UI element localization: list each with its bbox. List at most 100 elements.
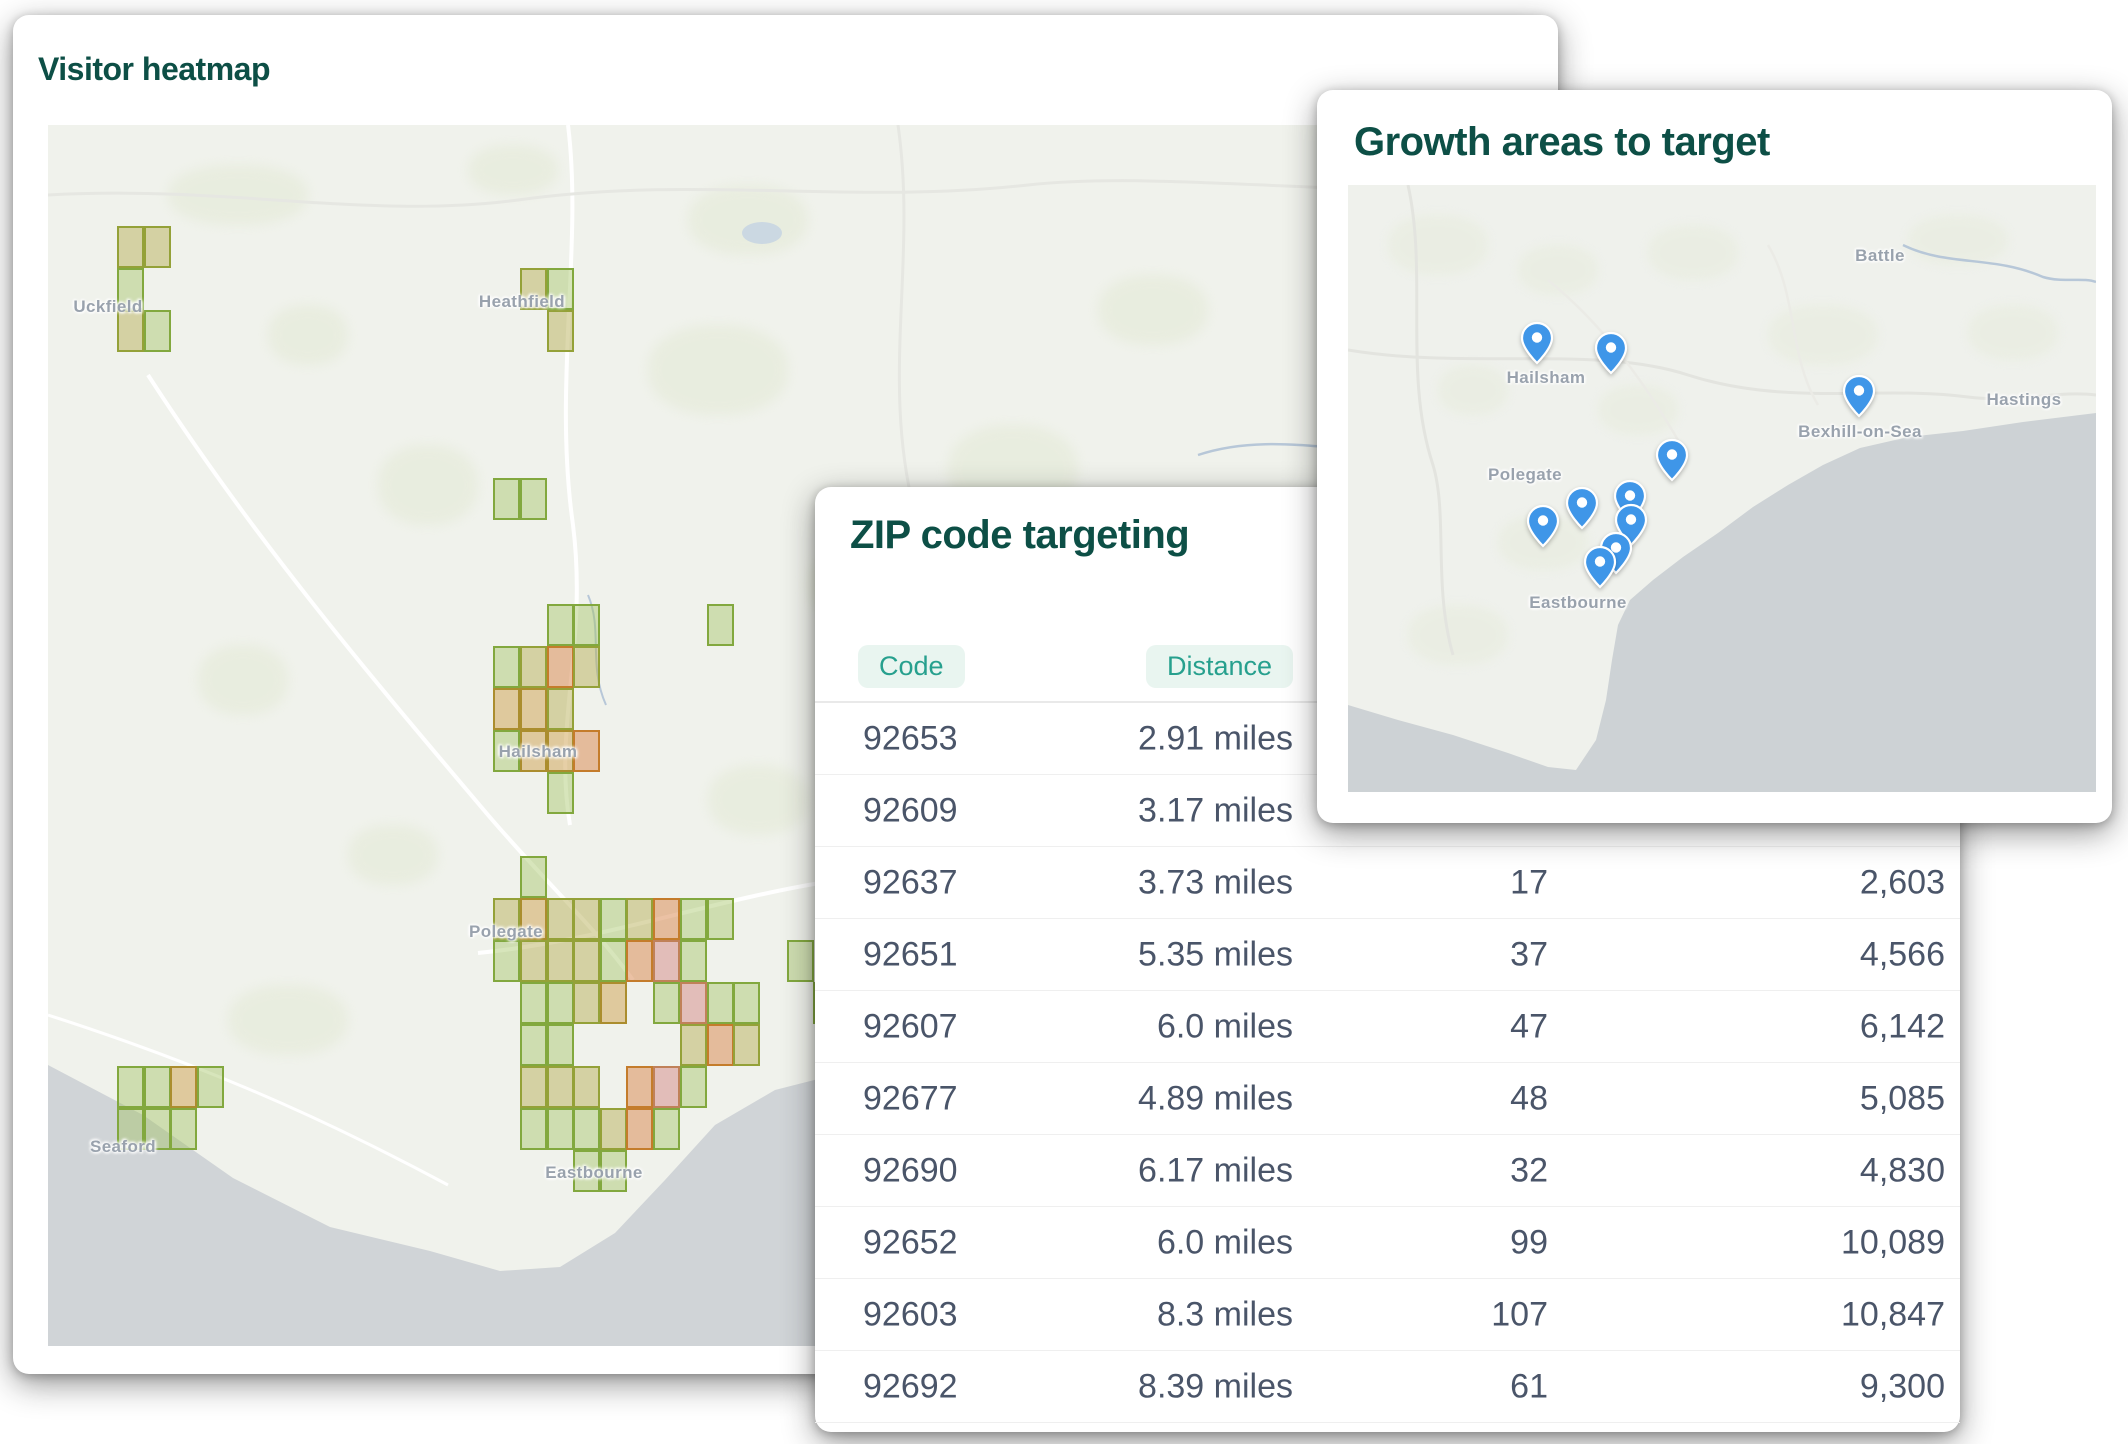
heatmap-cell bbox=[547, 1066, 574, 1108]
zip-table-row[interactable]: 92603 8.3 miles 107 10,847 bbox=[815, 1279, 1960, 1351]
heatmap-cell bbox=[520, 646, 547, 688]
distance-value: 2.91 miles bbox=[1138, 719, 1293, 758]
heatmap-cell bbox=[520, 940, 547, 982]
heatmap-cell bbox=[787, 940, 814, 982]
distance-value: 8.39 miles bbox=[1138, 1367, 1293, 1406]
zip-code-value: 92653 bbox=[863, 719, 958, 758]
map-pin-icon[interactable] bbox=[1594, 331, 1628, 375]
map-pin-icon[interactable] bbox=[1526, 504, 1560, 548]
map-pin-icon[interactable] bbox=[1520, 321, 1554, 365]
column-header-code[interactable]: Code bbox=[858, 645, 965, 688]
population-value: 9,300 bbox=[1860, 1367, 1945, 1406]
place-label: Seaford bbox=[90, 1137, 156, 1157]
distance-value: 8.3 miles bbox=[1157, 1295, 1293, 1334]
zip-table-row[interactable]: 92651 5.35 miles 37 4,566 bbox=[815, 919, 1960, 991]
heatmap-cell bbox=[626, 1108, 653, 1150]
column-header-distance[interactable]: Distance bbox=[1146, 645, 1293, 688]
map-pin-icon[interactable] bbox=[1583, 545, 1617, 589]
distance-value: 6.0 miles bbox=[1157, 1007, 1293, 1046]
heatmap-cell bbox=[144, 226, 171, 268]
zip-code-value: 92652 bbox=[863, 1223, 958, 1262]
heatmap-cell bbox=[707, 898, 734, 940]
heatmap-cell bbox=[170, 1108, 197, 1150]
map-pin-icon[interactable] bbox=[1655, 438, 1689, 482]
zip-code-value: 92603 bbox=[863, 1295, 958, 1334]
heatmap-cell bbox=[707, 604, 734, 646]
zip-code-value: 92609 bbox=[863, 791, 958, 830]
heatmap-cell bbox=[547, 898, 574, 940]
heatmap-cell bbox=[547, 646, 574, 688]
place-label: Hailsham bbox=[1507, 368, 1586, 388]
heatmap-cell bbox=[573, 898, 600, 940]
count-value: 17 bbox=[1510, 863, 1548, 902]
place-label: Hailsham bbox=[499, 742, 578, 762]
heatmap-cell bbox=[600, 898, 627, 940]
heatmap-cell bbox=[680, 898, 707, 940]
heatmap-cell bbox=[653, 898, 680, 940]
map-pin-icon[interactable] bbox=[1842, 374, 1876, 418]
heatmap-cell bbox=[520, 1108, 547, 1150]
heatmap-cell bbox=[653, 982, 680, 1024]
heatmap-cell bbox=[547, 982, 574, 1024]
heatmap-cell bbox=[547, 940, 574, 982]
distance-value: 3.17 miles bbox=[1138, 791, 1293, 830]
heatmap-cell bbox=[170, 1066, 197, 1108]
growth-areas-map[interactable]: HailshamBattlePolegateEastbourneBexhill-… bbox=[1348, 185, 2096, 792]
heatmap-cell bbox=[600, 940, 627, 982]
count-value: 99 bbox=[1510, 1223, 1548, 1262]
zip-code-value: 92690 bbox=[863, 1151, 958, 1190]
heatmap-cell bbox=[144, 310, 171, 352]
heatmap-cell bbox=[520, 1066, 547, 1108]
map-pin-icon[interactable] bbox=[1565, 486, 1599, 530]
heatmap-cell bbox=[520, 856, 547, 898]
distance-value: 4.89 miles bbox=[1138, 1079, 1293, 1118]
heatmap-cell bbox=[547, 1108, 574, 1150]
zip-code-value: 92607 bbox=[863, 1007, 958, 1046]
count-value: 32 bbox=[1510, 1151, 1548, 1190]
distance-value: 5.35 miles bbox=[1138, 935, 1293, 974]
growth-areas-card: Growth areas to target HailshamBattlePol… bbox=[1317, 90, 2112, 823]
place-label: Heathfield bbox=[479, 292, 565, 312]
sea-area bbox=[1348, 413, 2096, 792]
population-value: 4,830 bbox=[1860, 1151, 1945, 1190]
heatmap-cell bbox=[680, 940, 707, 982]
count-value: 107 bbox=[1491, 1295, 1548, 1334]
zip-table-row[interactable]: 92690 6.17 miles 32 4,830 bbox=[815, 1135, 1960, 1207]
heatmap-cell bbox=[547, 688, 574, 730]
zip-table-row[interactable]: 92692 8.39 miles 61 9,300 bbox=[815, 1351, 1960, 1423]
zip-code-value: 92677 bbox=[863, 1079, 958, 1118]
heatmap-cell bbox=[573, 604, 600, 646]
place-label: Polegate bbox=[1488, 465, 1562, 485]
heatmap-cell bbox=[733, 1024, 760, 1066]
count-value: 48 bbox=[1510, 1079, 1548, 1118]
zip-table-row[interactable]: 92677 4.89 miles 48 5,085 bbox=[815, 1063, 1960, 1135]
heatmap-cell bbox=[626, 1066, 653, 1108]
growth-basemap bbox=[1348, 185, 2096, 792]
population-value: 10,847 bbox=[1841, 1295, 1945, 1334]
population-value: 5,085 bbox=[1860, 1079, 1945, 1118]
heatmap-cell bbox=[520, 478, 547, 520]
zip-code-value: 92637 bbox=[863, 863, 958, 902]
count-value: 37 bbox=[1510, 935, 1548, 974]
heatmap-cell bbox=[573, 646, 600, 688]
heatmap-cell bbox=[653, 1066, 680, 1108]
zip-table-row[interactable]: 92607 6.0 miles 47 6,142 bbox=[815, 991, 1960, 1063]
heatmap-cell bbox=[547, 310, 574, 352]
heatmap-cell bbox=[707, 1024, 734, 1066]
heatmap-cell bbox=[573, 940, 600, 982]
heatmap-cell bbox=[144, 1066, 171, 1108]
place-label: Hastings bbox=[1987, 390, 2062, 410]
place-label: Battle bbox=[1855, 246, 1905, 266]
heatmap-cell bbox=[680, 1024, 707, 1066]
heatmap-cell bbox=[520, 1024, 547, 1066]
heatmap-cell bbox=[573, 1066, 600, 1108]
population-value: 6,142 bbox=[1860, 1007, 1945, 1046]
zip-table-row[interactable]: 92652 6.0 miles 99 10,089 bbox=[815, 1207, 1960, 1279]
place-label: Polegate bbox=[469, 922, 543, 942]
zip-table-row[interactable]: 92637 3.73 miles 17 2,603 bbox=[815, 847, 1960, 919]
distance-value: 6.0 miles bbox=[1157, 1223, 1293, 1262]
lake bbox=[742, 222, 782, 244]
place-label: Eastbourne bbox=[545, 1163, 643, 1183]
heatmap-cell bbox=[547, 604, 574, 646]
place-label: Bexhill-on-Sea bbox=[1798, 422, 1922, 442]
